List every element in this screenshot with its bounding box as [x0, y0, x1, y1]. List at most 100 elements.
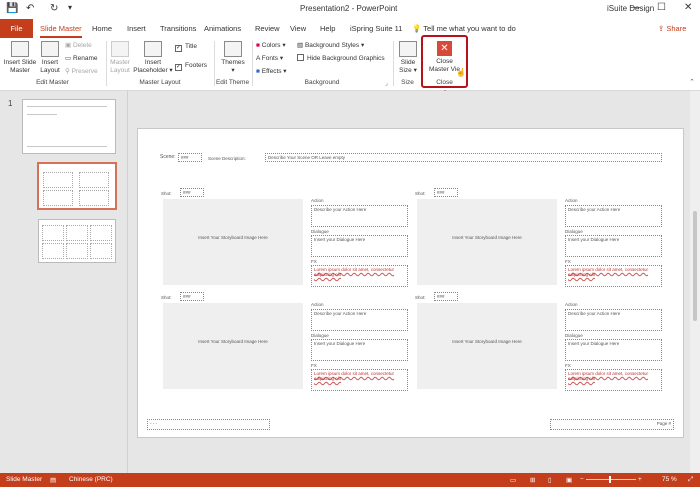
preserve-button[interactable]: ⚲ Preserve	[65, 67, 98, 75]
thumb-box	[90, 243, 112, 259]
insert-slide-master-label-2: Master	[10, 67, 30, 74]
shot-number-field[interactable]: ###	[434, 292, 458, 301]
action-field[interactable]: Describe your Action Here	[565, 309, 662, 331]
slide-size-label-1: Slide	[400, 59, 416, 66]
layout-thumbnail-selected[interactable]	[37, 162, 117, 210]
action-field[interactable]: Describe your Action Here	[565, 205, 662, 227]
action-field[interactable]: Describe your Action Here	[311, 309, 408, 331]
hide-background-graphics-checkbox[interactable]: Hide Background Graphics	[297, 54, 385, 62]
tab-insert[interactable]: Insert	[127, 24, 146, 33]
shot-number-field[interactable]: ###	[180, 292, 204, 301]
slide-sorter-icon[interactable]: ⊞	[530, 476, 535, 484]
themes-button[interactable]: Themes ▾	[218, 41, 248, 75]
fonts-button[interactable]: A Fonts ▾	[256, 54, 283, 62]
scene-row: Scene:	[160, 154, 176, 160]
minimize-button[interactable]: —	[630, 2, 640, 13]
slide-thumbnail-pane: 1	[0, 91, 128, 473]
zoom-in-button[interactable]: +	[638, 476, 642, 483]
fit-to-window-icon[interactable]: ⤢	[688, 476, 693, 484]
background-dialog-launcher-icon[interactable]: ⌟	[385, 80, 388, 87]
close-window-button[interactable]: ✕	[684, 2, 692, 13]
shot-label: Shot:	[161, 191, 172, 196]
dialogue-field[interactable]: Insert your Dialogue Here	[311, 235, 408, 257]
tab-slide-master[interactable]: Slide Master	[40, 24, 82, 38]
page-number-placeholder[interactable]: Page #	[550, 419, 674, 430]
tab-animations[interactable]: Animations	[204, 24, 241, 33]
placeholder-icon	[144, 41, 162, 57]
tab-file[interactable]: File	[0, 19, 33, 38]
spellcheck-icon[interactable]: ▤	[50, 476, 56, 484]
slideshow-icon[interactable]: ▣	[566, 476, 572, 484]
normal-view-icon[interactable]: ▭	[510, 476, 516, 484]
zoom-slider[interactable]	[586, 479, 636, 480]
vertical-scrollbar[interactable]	[690, 91, 700, 473]
effects-button[interactable]: ■ Effects ▾	[256, 67, 287, 75]
redo-icon[interactable]: ↻	[50, 3, 58, 14]
rename-button[interactable]: ▭ Rename	[65, 54, 98, 62]
thumb-box	[79, 172, 109, 188]
tab-view[interactable]: View	[290, 24, 306, 33]
action-label: Action	[311, 302, 324, 307]
rename-label: Rename	[72, 55, 98, 62]
zoom-out-button[interactable]: −	[580, 476, 584, 483]
slide-canvas[interactable]: Scene: ### Scene Description: Describe Y…	[137, 128, 684, 438]
title-checkbox[interactable]: ✓ Title	[175, 43, 197, 52]
colors-label: Colors ▾	[261, 42, 286, 49]
storyboard-image-placeholder[interactable]: Insert Your Storyboard Image Here	[163, 199, 303, 285]
thumb-box	[79, 190, 109, 206]
scene-description-field[interactable]: Describe Your Scene OR Leave empty	[265, 153, 662, 162]
tell-me-search[interactable]: 💡 Tell me what you want to do	[412, 24, 516, 33]
action-field[interactable]: Describe your Action Here	[311, 205, 408, 227]
zoom-slider-knob[interactable]	[609, 476, 611, 483]
tab-help[interactable]: Help	[320, 24, 335, 33]
storyboard-image-placeholder[interactable]: Insert Your Storyboard Image Here	[417, 303, 557, 389]
customize-qat-icon[interactable]: ▾	[68, 3, 72, 12]
scrollbar-thumb[interactable]	[693, 211, 697, 321]
storyboard-image-placeholder[interactable]: Insert Your Storyboard Image Here	[163, 303, 303, 389]
hide-graphics-label: Hide Background Graphics	[307, 55, 385, 62]
delete-button[interactable]: ▣ Delete	[65, 41, 92, 49]
fx-field[interactable]: Lorem ipsum dolor sit amet, consectetur …	[311, 369, 408, 391]
save-icon[interactable]: 💾	[6, 3, 18, 14]
colors-button[interactable]: ■ Colors ▾	[256, 41, 286, 49]
restore-button[interactable]: ☐	[657, 2, 666, 13]
dialogue-field[interactable]: Insert your Dialogue Here	[565, 339, 662, 361]
image-placeholder-text: Insert Your Storyboard Image Here	[198, 339, 268, 344]
fx-label: FX	[565, 259, 571, 264]
scene-number-field[interactable]: ###	[178, 153, 202, 162]
share-button[interactable]: ⇪ Share	[658, 24, 686, 33]
master-layout-button[interactable]: Master Layout	[108, 41, 132, 75]
fx-field[interactable]: Lorem ipsum dolor sit amet, consectetur …	[565, 369, 662, 391]
image-placeholder-text: Insert Your Storyboard Image Here	[198, 235, 268, 240]
master-thumbnail[interactable]	[22, 99, 116, 154]
shot-number-field[interactable]: ###	[434, 188, 458, 197]
fx-field[interactable]: Lorem ipsum dolor sit amet, consectetur …	[311, 265, 408, 287]
reading-view-icon[interactable]: ▯	[548, 476, 552, 484]
colors-icon: ■	[256, 42, 260, 49]
storyboard-image-placeholder[interactable]: Insert Your Storyboard Image Here	[417, 199, 557, 285]
shot-number-field[interactable]: ###	[180, 188, 204, 197]
layout-thumbnail[interactable]	[38, 219, 116, 263]
collapse-ribbon-icon[interactable]: ⌃	[689, 78, 695, 86]
dialogue-field[interactable]: Insert your Dialogue Here	[311, 339, 408, 361]
dialogue-field[interactable]: Insert your Dialogue Here	[565, 235, 662, 257]
footer-left-placeholder[interactable]: - - -	[147, 419, 270, 430]
insert-placeholder-button[interactable]: Insert Placeholder ▾	[133, 41, 173, 75]
insert-slide-master-button[interactable]: Insert Slide Master	[3, 41, 37, 75]
zoom-level[interactable]: 75 %	[662, 476, 677, 483]
action-label: Action	[565, 198, 578, 203]
language-status[interactable]: Chinese (PRC)	[69, 476, 113, 483]
undo-icon[interactable]: ↶	[26, 3, 34, 14]
themes-icon	[224, 41, 242, 57]
footers-checkbox[interactable]: ✓ Footers	[175, 62, 207, 71]
tab-review[interactable]: Review	[255, 24, 280, 33]
insert-layout-button[interactable]: Insert Layout	[37, 41, 63, 75]
background-styles-button[interactable]: ▧ Background Styles ▾	[297, 41, 364, 49]
tab-transitions[interactable]: Transitions	[160, 24, 196, 33]
tab-ispring[interactable]: iSpring Suite 11	[350, 24, 402, 33]
tab-home[interactable]: Home	[92, 24, 112, 33]
fx-field[interactable]: Lorem ipsum dolor sit amet, consectetur …	[565, 265, 662, 287]
fonts-label: Fonts ▾	[261, 55, 284, 62]
slide-size-button[interactable]: Slide Size ▾	[396, 41, 420, 75]
group-background: Background	[304, 79, 340, 86]
